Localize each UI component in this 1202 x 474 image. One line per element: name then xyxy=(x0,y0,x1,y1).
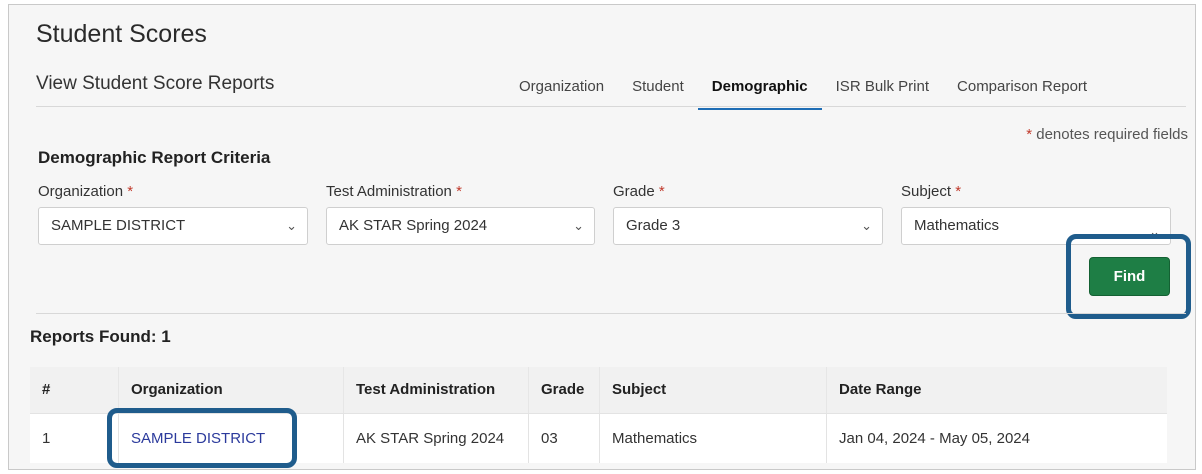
page-title: Student Scores xyxy=(36,20,207,48)
tab-demographic[interactable]: Demographic xyxy=(697,70,822,110)
chevron-down-icon: ⌄ xyxy=(861,218,872,233)
column-header-grade: Grade xyxy=(528,367,600,414)
subject-label: Subject * xyxy=(901,183,962,200)
organization-label: Organization * xyxy=(38,183,134,200)
column-header-subject: Subject xyxy=(599,367,827,414)
tabs-divider xyxy=(36,106,1186,107)
row-number: 1 xyxy=(30,413,119,463)
test-administration-select-value: AK STAR Spring 2024 xyxy=(339,217,488,234)
report-tabs: Organization Student Demographic ISR Bul… xyxy=(505,70,1101,110)
required-fields-note: * denotes required fields xyxy=(1026,126,1188,143)
tab-organization[interactable]: Organization xyxy=(505,70,618,108)
table-header-row: # Organization Test Administration Grade… xyxy=(30,367,1167,414)
page-subtitle: View Student Score Reports xyxy=(36,73,275,94)
test-administration-label: Test Administration * xyxy=(326,183,462,200)
grade-select-value: Grade 3 xyxy=(626,217,681,234)
test-administration-select[interactable]: AK STAR Spring 2024 ⌄ xyxy=(326,207,595,245)
column-header-date-range: Date Range xyxy=(826,367,1167,414)
column-header-organization: Organization xyxy=(118,367,344,414)
organization-select[interactable]: SAMPLE DISTRICT ⌄ xyxy=(38,207,308,245)
row-test-administration: AK STAR Spring 2024 xyxy=(343,413,529,463)
tab-student[interactable]: Student xyxy=(618,70,698,108)
chevron-down-icon: ⌄ xyxy=(286,218,297,233)
row-subject: Mathematics xyxy=(599,413,827,463)
row-date-range: Jan 04, 2024 - May 05, 2024 xyxy=(839,429,1030,447)
column-header-test-administration: Test Administration xyxy=(343,367,529,414)
organization-link-highlight-outline xyxy=(107,408,297,468)
criteria-title: Demographic Report Criteria xyxy=(38,148,271,167)
grade-label: Grade * xyxy=(613,183,665,200)
section-divider xyxy=(36,313,1186,314)
required-note-text: denotes required fields xyxy=(1032,126,1188,143)
organization-select-value: SAMPLE DISTRICT xyxy=(51,217,186,234)
find-highlight-outline xyxy=(1066,234,1191,319)
row-grade: 03 xyxy=(528,413,600,463)
tab-comparison-report[interactable]: Comparison Report xyxy=(943,70,1101,108)
reports-found-label: Reports Found: 1 xyxy=(30,327,171,346)
column-header-number: # xyxy=(30,367,119,414)
grade-select[interactable]: Grade 3 ⌄ xyxy=(613,207,883,245)
chevron-down-icon: ⌄ xyxy=(573,218,584,233)
tab-isr-bulk-print[interactable]: ISR Bulk Print xyxy=(822,70,943,108)
subject-select-value: Mathematics xyxy=(914,217,1000,234)
